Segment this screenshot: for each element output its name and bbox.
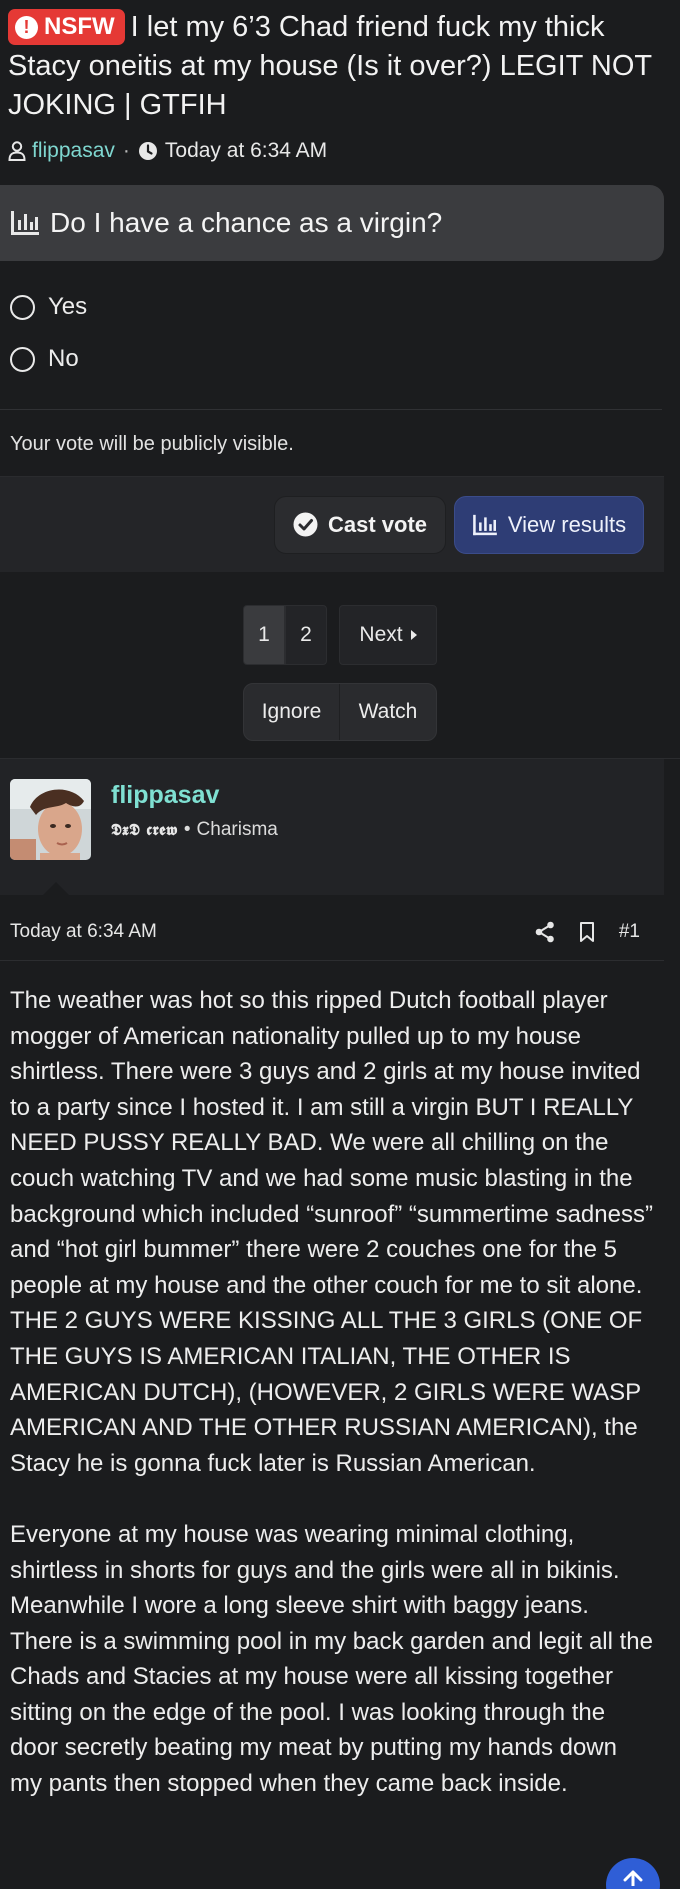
- crew-tag: 𝕯𝖝𝕯 𝖈𝖗𝖊𝖜: [111, 820, 178, 839]
- poll-option-no[interactable]: No: [10, 333, 670, 385]
- watch-button[interactable]: Watch: [340, 684, 436, 740]
- poll-chart-icon: [473, 514, 497, 535]
- poll-radio-no[interactable]: [10, 346, 35, 372]
- thread-author-link[interactable]: flippasav: [32, 139, 115, 163]
- poll-footer: Cast vote View results: [0, 476, 664, 572]
- post-paragraph: Everyone at my house was wearing minimal…: [10, 1520, 653, 1798]
- post-author-card: flippasav 𝕯𝖝𝕯 𝖈𝖗𝖊𝖜 • Charisma: [0, 759, 664, 896]
- thread-meta: flippasav · Today at 6:34 AM: [8, 139, 672, 163]
- poll-radio-yes[interactable]: [10, 294, 35, 320]
- next-page-button[interactable]: Next: [339, 605, 437, 665]
- user-title: Charisma: [196, 819, 278, 840]
- page-2-button[interactable]: 2: [285, 605, 327, 665]
- author-info: flippasav 𝕯𝖝𝕯 𝖈𝖗𝖊𝖜 • Charisma: [111, 779, 278, 875]
- page-numbers: 1 2: [243, 605, 327, 665]
- user-icon: [8, 141, 26, 161]
- ignore-button[interactable]: Ignore: [244, 684, 340, 740]
- cast-vote-label: Cast vote: [327, 511, 428, 537]
- author-subline: 𝕯𝖝𝕯 𝖈𝖗𝖊𝖜 • Charisma: [111, 819, 278, 841]
- thread-actions: Ignore Watch: [0, 683, 680, 741]
- pagination: 1 2 Next: [0, 605, 680, 665]
- post-author-name[interactable]: flippasav: [111, 781, 278, 810]
- chevron-right-icon: [410, 630, 417, 640]
- post-paragraph: The weather was hot so this ripped Dutch…: [10, 987, 653, 1477]
- post-date[interactable]: Today at 6:34 AM: [10, 921, 535, 957]
- cast-vote-button[interactable]: Cast vote: [274, 495, 446, 554]
- page-1-button[interactable]: 1: [243, 605, 285, 665]
- arrow-up-icon: [623, 1870, 643, 1886]
- view-results-label: View results: [507, 511, 627, 537]
- meta-separator: ·: [122, 139, 130, 162]
- scroll-to-top-button[interactable]: [606, 1858, 660, 1889]
- poll-question-bar: Do I have a chance as a virgin?: [0, 185, 664, 261]
- post-tools: #1: [535, 921, 654, 957]
- clock-icon: [138, 142, 157, 160]
- post-number-link[interactable]: #1: [619, 921, 640, 943]
- bookmark-icon[interactable]: [577, 921, 597, 943]
- card-notch: [42, 882, 70, 896]
- poll-question: Do I have a chance as a virgin?: [50, 207, 443, 238]
- post-body: The weather was hot so this ripped Dutch…: [0, 961, 664, 1802]
- check-circle-icon: [293, 512, 318, 537]
- poll-option-label: Yes: [48, 293, 88, 320]
- nsfw-badge-label: NSFW: [44, 13, 115, 40]
- poll-chart-icon: [11, 211, 39, 235]
- share-icon[interactable]: [535, 921, 555, 943]
- thread-title-block: ! NSFW I let my 6’3 Chad friend fuck my th…: [8, 8, 672, 125]
- poll-options: Yes No: [0, 261, 680, 385]
- poll-option-label: No: [48, 345, 79, 372]
- poll-visibility-note: Your vote will be publicly visible.: [10, 433, 294, 455]
- thread-timestamp[interactable]: Today at 6:34 AM: [165, 139, 327, 163]
- poll-option-yes[interactable]: Yes: [10, 281, 670, 333]
- nsfw-badge: ! NSFW: [8, 9, 125, 45]
- thread-header: ! NSFW I let my 6’3 Chad friend fuck my th…: [0, 0, 680, 163]
- avatar-image: [10, 779, 91, 860]
- avatar[interactable]: [10, 779, 91, 860]
- subline-bullet: •: [183, 819, 191, 840]
- next-page-label: Next: [359, 623, 403, 646]
- post-meta: Today at 6:34 AM #1: [0, 895, 664, 961]
- thread-action-group: Ignore Watch: [243, 683, 437, 741]
- view-results-button[interactable]: View results: [454, 495, 644, 554]
- exclamation-circle-icon: !: [15, 15, 38, 39]
